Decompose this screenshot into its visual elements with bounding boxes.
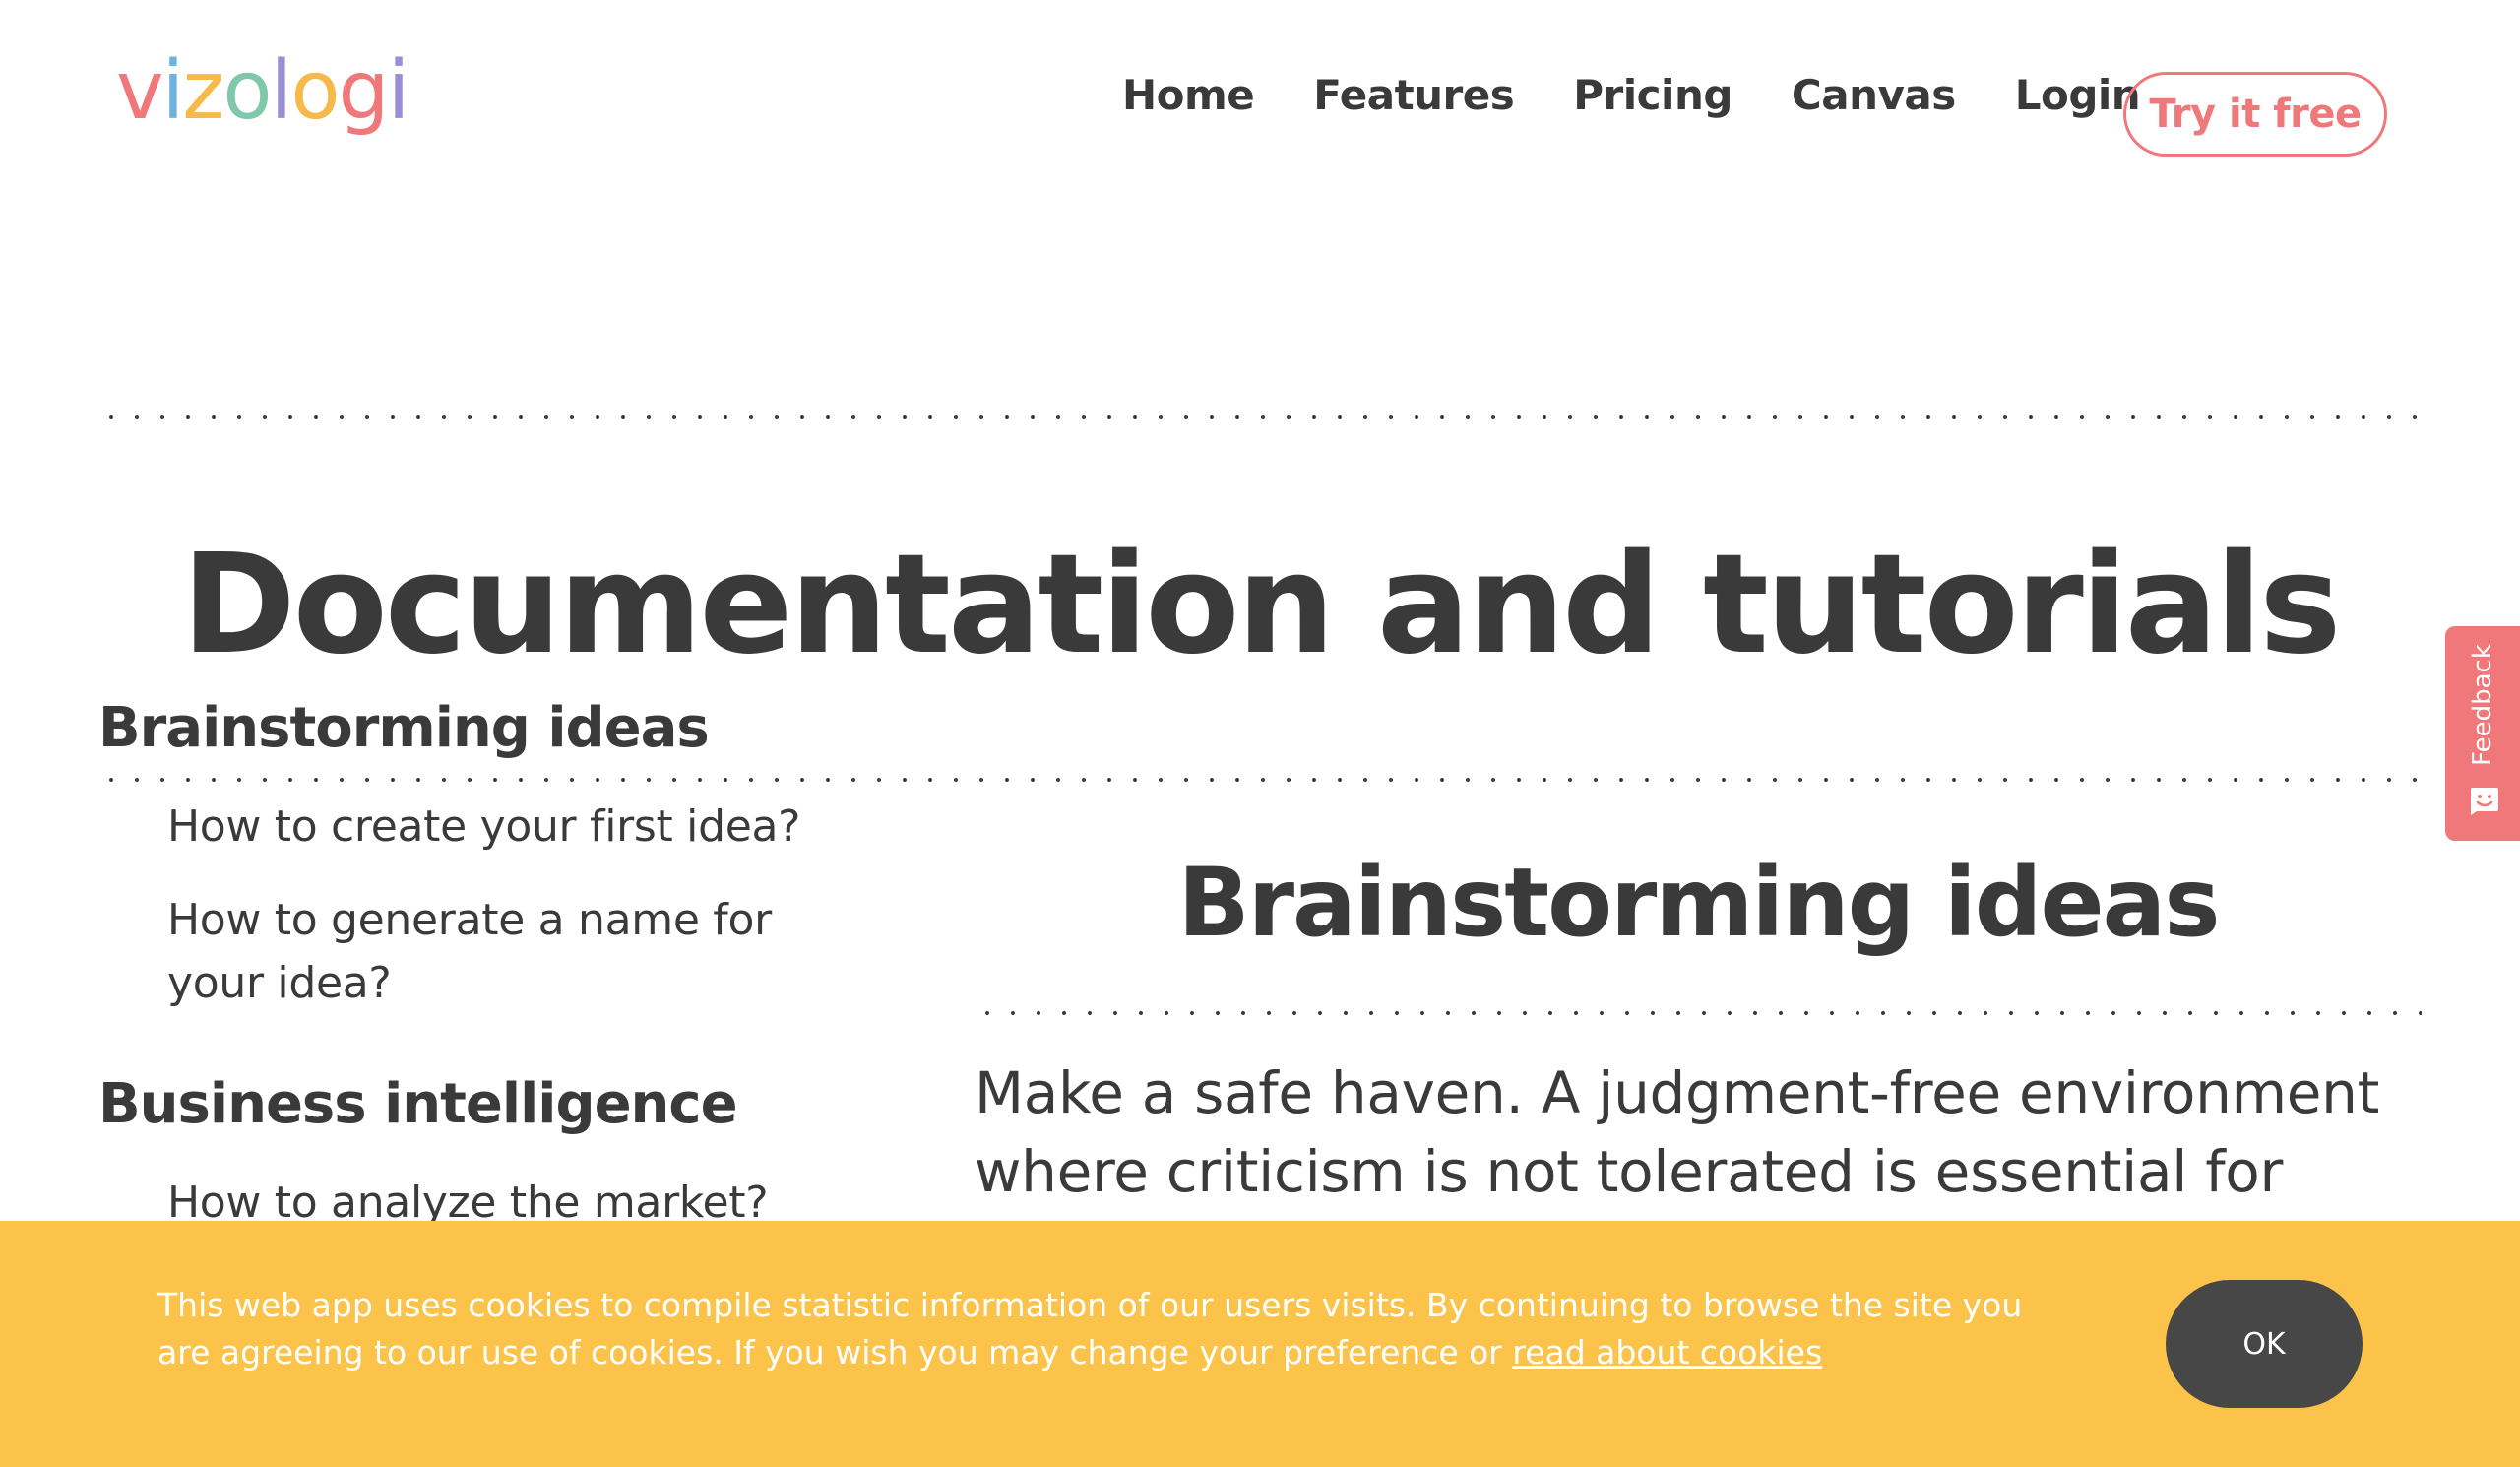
cookie-banner: This web app uses cookies to compile sta… [0,1221,2520,1467]
nav-pricing[interactable]: Pricing [1573,71,1732,119]
logo-letter: i [161,44,185,138]
cookie-text: This web app uses cookies to compile sta… [158,1282,2028,1376]
nav-canvas[interactable]: Canvas [1792,71,1956,119]
logo-letter: l [270,44,293,138]
logo-letter: v [116,44,164,138]
sidebar-heading-business-intelligence: Business intelligence [98,1072,738,1136]
section-title: Brainstorming ideas [1177,848,2221,958]
nav-home[interactable]: Home [1122,71,1255,119]
feedback-label: Feedback [2468,644,2497,766]
logo-letter: g [338,44,390,138]
smiley-chat-icon [2471,788,2498,815]
sidebar-heading-brainstorming: Brainstorming ideas [98,696,710,760]
logo-letter: o [290,44,340,138]
logo-letter: o [222,44,272,138]
nav-login[interactable]: Login [2015,71,2141,119]
logo-letter: i [387,44,410,138]
cookie-ok-button[interactable]: OK [2166,1280,2362,1408]
try-it-free-button[interactable]: Try it free [2123,72,2387,157]
nav-features[interactable]: Features [1313,71,1515,119]
vizologi-logo[interactable]: vizologi [116,44,410,138]
logo-letter: z [182,44,224,138]
page-title: Documentation and tutorials [181,525,2341,685]
feedback-tab[interactable]: Feedback [2445,626,2520,841]
dotted-divider [98,778,2422,782]
sidebar-link-create-first-idea[interactable]: How to create your first idea? [167,796,817,859]
sidebar-link-generate-name[interactable]: How to generate a name for your idea? [167,889,817,1015]
main-nav: Home Features Pricing Canvas Login [1122,71,2199,119]
dotted-divider [975,1011,2422,1015]
page: vizologi Home Features Pricing Canvas Lo… [0,0,2520,1467]
section-body-text: Make a safe haven. A judgment-free envir… [975,1059,2380,1205]
dotted-divider [98,415,2422,419]
read-about-cookies-link[interactable]: read about cookies [1512,1333,1822,1371]
